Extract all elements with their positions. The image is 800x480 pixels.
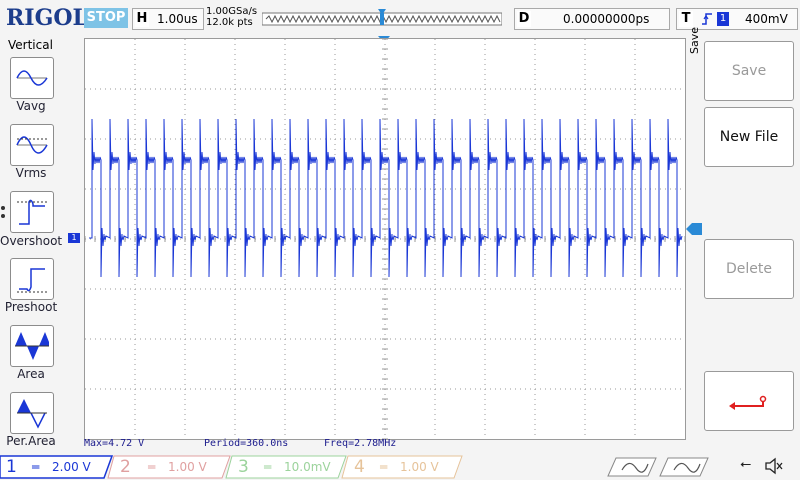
measure-period: Period=360.0ns [204, 438, 289, 449]
overshoot-icon [17, 199, 47, 225]
brand-logo: RIGOL [6, 5, 88, 31]
measurement-readouts: Max=4.72 V Period=360.0ns Freq=2.78MHz [84, 438, 684, 452]
save-button[interactable]: Save [704, 41, 794, 101]
area-button[interactable] [10, 325, 54, 367]
trigger-level: 400mV [745, 12, 788, 26]
area-icon [15, 332, 49, 360]
per-area-icon [17, 399, 47, 429]
channel1-number[interactable]: 1 [6, 456, 17, 478]
rising-edge-icon [702, 13, 712, 25]
measure-max: Max=4.72 V [84, 438, 145, 449]
timebase-box[interactable]: H 1.00us [132, 8, 204, 30]
channel4-scale[interactable]: 1.00 V [400, 456, 439, 478]
vrms-label: Vrms [15, 166, 47, 180]
preshoot-button[interactable] [10, 258, 54, 300]
trigger-level-marker[interactable] [686, 223, 702, 235]
channel1-trace [89, 118, 683, 278]
overshoot-label: Overshoot [0, 234, 63, 248]
return-button[interactable] [704, 371, 794, 431]
vavg-label: Vavg [16, 99, 46, 113]
area-label: Area [17, 367, 45, 381]
overshoot-button[interactable] [10, 191, 54, 233]
new-file-button[interactable]: New File [704, 107, 794, 167]
delay-box[interactable]: D 0.00000000ps [514, 8, 670, 30]
per-area-button[interactable] [10, 392, 54, 434]
vavg-icon [16, 70, 48, 86]
channel2-coupling-icon: ═ [148, 460, 156, 474]
selection-dot [1, 214, 5, 218]
channel3-number[interactable]: 3 [238, 456, 249, 478]
per-area-label: Per.Area [6, 434, 56, 448]
delay-value: 0.00000000ps [563, 12, 650, 26]
speaker-muted-icon[interactable] [764, 457, 784, 475]
run-stop-status[interactable]: STOP [84, 8, 128, 28]
vrms-button[interactable] [10, 124, 54, 166]
channel3-coupling-icon: ═ [264, 460, 272, 474]
timebase-label: H [135, 11, 149, 27]
channel1-offset-marker[interactable]: 1 [68, 233, 80, 243]
channel4-number[interactable]: 4 [354, 456, 365, 478]
channel2-number[interactable]: 2 [120, 456, 131, 478]
channel4-coupling-icon: ═ [380, 460, 388, 474]
memory-depth: 12.0k pts [206, 17, 253, 28]
vrms-icon [16, 136, 48, 154]
preshoot-label: Preshoot [4, 300, 58, 314]
return-arrow-icon [729, 395, 767, 410]
menu-title: Vertical [8, 38, 53, 52]
vavg-button[interactable] [10, 57, 54, 99]
trigger-label: T [679, 11, 693, 27]
preshoot-icon [17, 268, 47, 293]
channel1-scale[interactable]: 2.00 V [52, 456, 91, 478]
delay-label: D [517, 11, 531, 27]
timebase-value: 1.00us [157, 12, 198, 26]
acquisition-info: 1.00GSa/s 12.0k pts [206, 6, 257, 28]
menu-title-save: Save [688, 26, 701, 54]
usb-icon: ⭠ [740, 456, 752, 472]
channel1-coupling-icon: ═ [32, 460, 40, 474]
math-ref-tabs[interactable] [604, 456, 714, 478]
memory-position-strip[interactable] [262, 7, 502, 29]
trigger-channel-badge: 1 [717, 12, 729, 26]
sample-rate: 1.00GSa/s [206, 6, 258, 17]
delete-button[interactable]: Delete [704, 239, 794, 299]
selection-dot [1, 206, 5, 210]
channel2-scale[interactable]: 1.00 V [168, 456, 207, 478]
channel3-scale[interactable]: 10.0mV [284, 456, 331, 478]
waveform-display[interactable] [84, 38, 686, 440]
measure-freq: Freq=2.78MHz [324, 438, 397, 449]
